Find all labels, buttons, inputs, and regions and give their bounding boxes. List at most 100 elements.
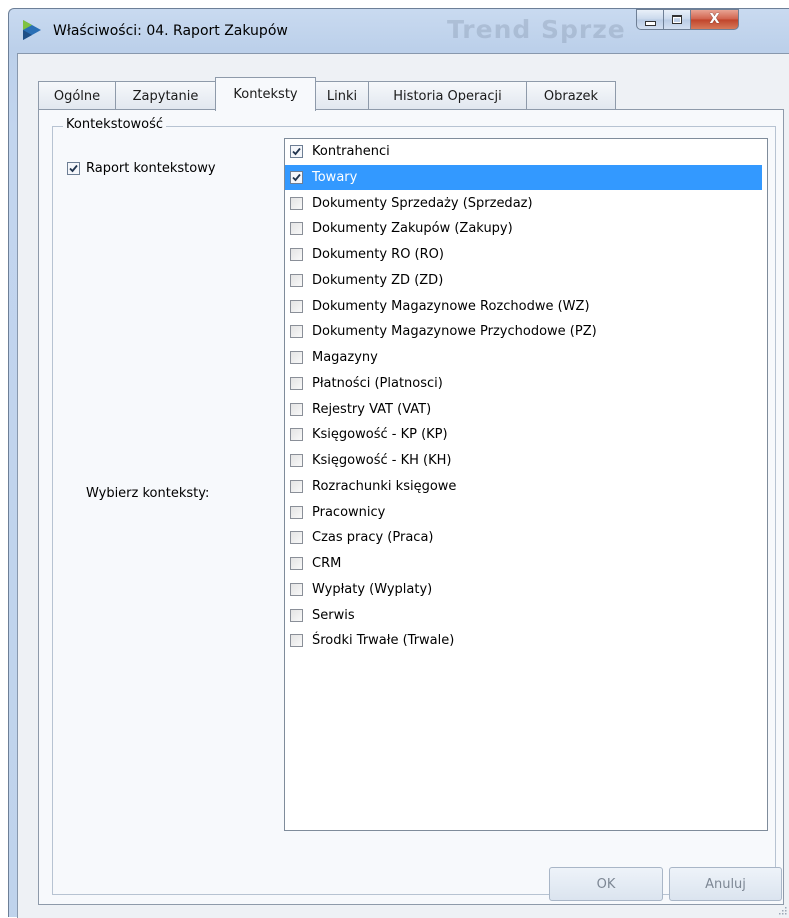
title-bar[interactable]: Właściwości: 04. Raport Zakupów Trend Sp… xyxy=(9,9,789,53)
checkbox-unchecked[interactable] xyxy=(290,634,303,648)
kontekstowosc-group: Kontekstowość Raport kontekstowy Wybierz… xyxy=(52,117,776,895)
context-item-label: Pracownicy xyxy=(312,504,386,520)
context-item-label: Dokumenty ZD (ZD) xyxy=(312,272,444,288)
context-item[interactable]: Rozrachunki księgowe xyxy=(285,474,762,499)
contexts-checklist[interactable]: Kontrahenci Towary Dokumenty Sprzedaży (Sp… xyxy=(284,138,768,831)
minimize-button[interactable] xyxy=(636,9,664,30)
context-item-label: Dokumenty Magazynowe Rozchodwe (WZ) xyxy=(312,298,590,314)
checkbox-unchecked[interactable] xyxy=(290,608,303,622)
close-button[interactable]: X xyxy=(691,9,739,30)
context-item[interactable]: Środki Trwałe (Trwale) xyxy=(285,628,762,653)
check-icon xyxy=(292,173,301,182)
tab-linki[interactable]: Linki xyxy=(315,81,369,110)
check-icon xyxy=(69,164,78,173)
context-item-label: Środki Trwałe (Trwale) xyxy=(312,633,455,649)
checkbox-unchecked[interactable] xyxy=(290,505,303,519)
checkbox-unchecked[interactable] xyxy=(290,402,303,416)
context-item-label: Magazyny xyxy=(312,350,378,365)
context-item-label: Dokumenty Zakupów (Zakupy) xyxy=(312,221,513,237)
tab-label: Zapytanie xyxy=(132,88,199,104)
checkbox-checked[interactable] xyxy=(290,145,303,158)
tab-label: Konteksty xyxy=(233,87,298,102)
context-item[interactable]: CRM xyxy=(285,551,762,576)
context-item-label: Rozrachunki księgowe xyxy=(312,478,457,494)
checkbox-unchecked[interactable] xyxy=(290,196,303,210)
minimize-icon xyxy=(644,21,656,26)
context-item-label: Serwis xyxy=(312,607,355,623)
caption-buttons: X xyxy=(636,9,739,31)
checkbox-unchecked[interactable] xyxy=(290,531,303,545)
tab-obrazek[interactable]: Obrazek xyxy=(526,81,616,110)
context-item-label: Dokumenty Sprzedaży (Sprzedaz) xyxy=(312,195,533,211)
context-item-label: Księgowość - KP (KP) xyxy=(312,427,448,443)
context-item[interactable]: Dokumenty Zakupów (Zakupy) xyxy=(285,216,762,241)
maximize-icon xyxy=(672,15,682,24)
tab-label: Obrazek xyxy=(543,88,599,104)
checkbox-unchecked[interactable] xyxy=(290,376,303,390)
checkbox-unchecked[interactable] xyxy=(290,454,303,467)
background-window-title: Trend Sprze xyxy=(447,15,626,44)
tab-ogolne[interactable]: Ogólne xyxy=(38,81,116,110)
checkbox-checked[interactable] xyxy=(67,162,80,175)
properties-dialog: Właściwości: 04. Raport Zakupów Trend Sp… xyxy=(8,8,789,918)
tab-panel-konteksty: Kontekstowość Raport kontekstowy Wybierz… xyxy=(38,109,784,905)
ok-label: OK xyxy=(596,876,616,892)
tab-konteksty[interactable]: Konteksty xyxy=(215,77,316,111)
close-icon: X xyxy=(709,12,720,27)
context-item[interactable]: Czas pracy (Praca) xyxy=(285,525,762,550)
context-item[interactable]: Płatności (Platnosci) xyxy=(285,371,762,396)
checkbox-unchecked[interactable] xyxy=(290,273,303,287)
context-item-label: Towary xyxy=(312,169,358,185)
tab-historia-operacji[interactable]: Historia Operacji xyxy=(368,81,527,110)
context-item[interactable]: Serwis xyxy=(285,603,762,628)
context-item-label: Czas pracy (Praca) xyxy=(312,530,434,546)
resize-grip-icon[interactable] xyxy=(777,905,787,915)
cancel-label: Anuluj xyxy=(705,876,746,892)
checkbox-unchecked[interactable] xyxy=(290,351,303,364)
context-item-label: Księgowość - KH (KH) xyxy=(312,453,452,468)
context-item[interactable]: Dokumenty Magazynowe Rozchodwe (WZ) xyxy=(285,294,762,319)
context-item[interactable]: Księgowość - KH (KH) xyxy=(285,448,762,473)
checkbox-unchecked[interactable] xyxy=(290,479,303,493)
context-item[interactable]: Kontrahenci xyxy=(285,139,762,164)
context-item[interactable]: Magazyny xyxy=(285,345,762,370)
maximize-button[interactable] xyxy=(664,9,691,30)
group-title: Kontekstowość xyxy=(63,117,167,132)
contexts-label: Wybierz konteksty: xyxy=(86,486,210,501)
context-item-label: CRM xyxy=(312,556,342,571)
context-item[interactable]: Dokumenty Magazynowe Przychodowe (PZ) xyxy=(285,319,762,344)
checkbox-unchecked[interactable] xyxy=(290,557,303,570)
context-item-label: Rejestry VAT (VAT) xyxy=(312,401,432,417)
checkbox-unchecked[interactable] xyxy=(290,299,303,313)
context-item[interactable]: Wypłaty (Wyplaty) xyxy=(285,577,762,602)
window-title: Właściwości: 04. Raport Zakupów xyxy=(53,23,288,39)
context-item[interactable]: Dokumenty Sprzedaży (Sprzedaz) xyxy=(285,191,762,216)
context-item-label: Wypłaty (Wyplaty) xyxy=(312,581,433,597)
context-item[interactable]: Rejestry VAT (VAT) xyxy=(285,397,762,422)
raport-kontekstowy-label: Raport kontekstowy xyxy=(86,161,216,176)
context-item-label: Kontrahenci xyxy=(312,144,390,159)
checkbox-unchecked[interactable] xyxy=(290,582,303,596)
context-item[interactable]: Pracownicy xyxy=(285,500,762,525)
dialog-client-area: Ogólne Zapytanie Konteksty Linki Histori… xyxy=(17,53,789,918)
context-item[interactable]: Dokumenty RO (RO) xyxy=(285,242,762,267)
checkbox-unchecked[interactable] xyxy=(290,248,303,261)
checkbox-checked[interactable] xyxy=(290,170,303,184)
checkbox-unchecked[interactable] xyxy=(290,428,303,442)
cancel-button[interactable]: Anuluj xyxy=(669,867,782,901)
checkbox-unchecked[interactable] xyxy=(290,222,303,236)
checkbox-unchecked[interactable] xyxy=(290,325,303,339)
context-item-label: Płatności (Platnosci) xyxy=(312,375,443,391)
tab-label: Historia Operacji xyxy=(393,88,502,104)
ok-button[interactable]: OK xyxy=(549,867,663,901)
tab-zapytanie[interactable]: Zapytanie xyxy=(115,81,216,110)
context-item[interactable]: Księgowość - KP (KP) xyxy=(285,422,762,447)
app-arrow-icon xyxy=(23,20,41,40)
context-item[interactable]: Towary xyxy=(285,164,762,190)
context-item-label: Dokumenty RO (RO) xyxy=(312,247,444,262)
tab-label: Ogólne xyxy=(53,88,101,104)
context-item[interactable]: Dokumenty ZD (ZD) xyxy=(285,268,762,293)
raport-kontekstowy-checkbox[interactable]: Raport kontekstowy xyxy=(67,161,216,176)
check-icon xyxy=(292,147,301,156)
tab-label: Linki xyxy=(326,88,358,104)
